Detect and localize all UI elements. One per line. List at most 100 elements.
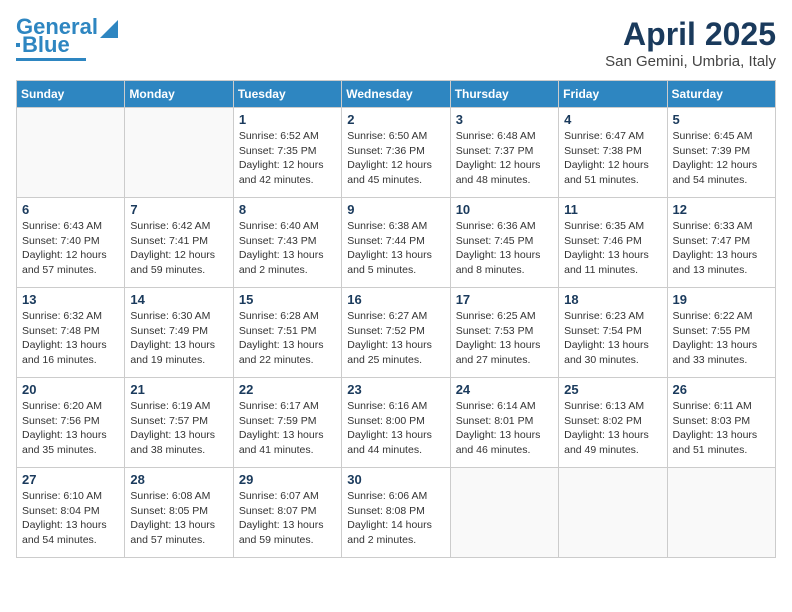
day-number: 21 <box>130 382 227 397</box>
day-number: 16 <box>347 292 444 307</box>
week-row: 1 Sunrise: 6:52 AMSunset: 7:35 PMDaylight… <box>17 108 776 198</box>
day-number: 6 <box>22 202 119 217</box>
day-cell-14: 14 Sunrise: 6:30 AMSunset: 7:49 PMDayligh… <box>125 288 233 378</box>
day-cell-13: 13Sunrise: 6:32 AMSunset: 7:48 PMDayligh… <box>17 288 125 378</box>
day-cell-4: 4 Sunrise: 6:47 AMSunset: 7:38 PMDaylight… <box>559 108 667 198</box>
day-info: Sunrise: 6:42 AMSunset: 7:41 PMDaylight:… <box>130 219 227 278</box>
day-cell-27: 27 Sunrise: 6:10 AMSunset: 8:04 PMDayligh… <box>17 468 125 558</box>
page-header: General Blue April 2025 San Gemini, Umbr… <box>16 16 776 70</box>
day-info: Sunrise: 6:07 AMSunset: 8:07 PMDaylight:… <box>239 489 336 548</box>
day-cell-30: 30 Sunrise: 6:06 AMSunset: 8:08 PMDayligh… <box>342 468 450 558</box>
day-cell-18: 18 Sunrise: 6:23 AMSunset: 7:54 PMDayligh… <box>559 288 667 378</box>
empty-cell <box>559 468 667 558</box>
day-cell-2: 2 Sunrise: 6:50 AMSunset: 7:36 PMDaylight… <box>342 108 450 198</box>
day-cell-10: 10Sunrise: 6:36 AMSunset: 7:45 PMDayligh… <box>450 198 558 288</box>
day-number: 8 <box>239 202 336 217</box>
day-number: 23 <box>347 382 444 397</box>
weekday-header-tuesday: Tuesday <box>233 81 341 108</box>
day-info: Sunrise: 6:33 AMSunset: 7:47 PMDaylight:… <box>673 219 770 278</box>
week-row: 27 Sunrise: 6:10 AMSunset: 8:04 PMDayligh… <box>17 468 776 558</box>
day-info: Sunrise: 6:45 AMSunset: 7:39 PMDaylight:… <box>673 129 770 188</box>
day-info: Sunrise: 6:13 AMSunset: 8:02 PMDaylight:… <box>564 399 661 458</box>
weekday-header-saturday: Saturday <box>667 81 775 108</box>
day-info: Sunrise: 6:25 AMSunset: 7:53 PMDaylight:… <box>456 309 553 368</box>
day-cell-22: 22 Sunrise: 6:17 AMSunset: 7:59 PMDayligh… <box>233 378 341 468</box>
weekday-header-wednesday: Wednesday <box>342 81 450 108</box>
calendar-header: SundayMondayTuesdayWednesdayThursdayFrid… <box>17 81 776 108</box>
logo-text2: Blue <box>22 34 70 56</box>
weekday-header-sunday: Sunday <box>17 81 125 108</box>
day-info: Sunrise: 6:22 AMSunset: 7:55 PMDaylight:… <box>673 309 770 368</box>
day-cell-23: 23 Sunrise: 6:16 AMSunset: 8:00 PMDayligh… <box>342 378 450 468</box>
day-cell-11: 11Sunrise: 6:35 AMSunset: 7:46 PMDayligh… <box>559 198 667 288</box>
logo-triangle-icon <box>100 20 118 38</box>
day-info: Sunrise: 6:47 AMSunset: 7:38 PMDaylight:… <box>564 129 661 188</box>
day-info: Sunrise: 6:20 AMSunset: 7:56 PMDaylight:… <box>22 399 119 458</box>
day-cell-26: 26 Sunrise: 6:11 AMSunset: 8:03 PMDayligh… <box>667 378 775 468</box>
day-cell-17: 17 Sunrise: 6:25 AMSunset: 7:53 PMDayligh… <box>450 288 558 378</box>
day-number: 20 <box>22 382 119 397</box>
day-cell-28: 28 Sunrise: 6:08 AMSunset: 8:05 PMDayligh… <box>125 468 233 558</box>
day-info: Sunrise: 6:52 AMSunset: 7:35 PMDaylight:… <box>239 129 336 188</box>
day-cell-19: 19 Sunrise: 6:22 AMSunset: 7:55 PMDayligh… <box>667 288 775 378</box>
day-number: 19 <box>673 292 770 307</box>
day-info: Sunrise: 6:16 AMSunset: 8:00 PMDaylight:… <box>347 399 444 458</box>
day-number: 12 <box>673 202 770 217</box>
day-info: Sunrise: 6:36 AMSunset: 7:45 PMDaylight:… <box>456 219 553 278</box>
day-number: 25 <box>564 382 661 397</box>
day-cell-9: 9 Sunrise: 6:38 AMSunset: 7:44 PMDaylight… <box>342 198 450 288</box>
weekday-header-thursday: Thursday <box>450 81 558 108</box>
day-cell-5: 5 Sunrise: 6:45 AMSunset: 7:39 PMDaylight… <box>667 108 775 198</box>
day-info: Sunrise: 6:11 AMSunset: 8:03 PMDaylight:… <box>673 399 770 458</box>
day-cell-21: 21Sunrise: 6:19 AMSunset: 7:57 PMDayligh… <box>125 378 233 468</box>
day-number: 29 <box>239 472 336 487</box>
day-info: Sunrise: 6:10 AMSunset: 8:04 PMDaylight:… <box>22 489 119 548</box>
day-info: Sunrise: 6:32 AMSunset: 7:48 PMDaylight:… <box>22 309 119 368</box>
empty-cell <box>125 108 233 198</box>
weekday-header-friday: Friday <box>559 81 667 108</box>
day-number: 24 <box>456 382 553 397</box>
day-cell-20: 20 Sunrise: 6:20 AMSunset: 7:56 PMDayligh… <box>17 378 125 468</box>
day-number: 5 <box>673 112 770 127</box>
day-info: Sunrise: 6:48 AMSunset: 7:37 PMDaylight:… <box>456 129 553 188</box>
day-number: 27 <box>22 472 119 487</box>
day-number: 22 <box>239 382 336 397</box>
day-number: 11 <box>564 202 661 217</box>
day-number: 7 <box>130 202 227 217</box>
day-cell-1: 1 Sunrise: 6:52 AMSunset: 7:35 PMDaylight… <box>233 108 341 198</box>
location-subtitle: San Gemini, Umbria, Italy <box>605 53 776 70</box>
day-number: 28 <box>130 472 227 487</box>
day-number: 18 <box>564 292 661 307</box>
day-info: Sunrise: 6:43 AMSunset: 7:40 PMDaylight:… <box>22 219 119 278</box>
day-cell-24: 24 Sunrise: 6:14 AMSunset: 8:01 PMDayligh… <box>450 378 558 468</box>
day-cell-3: 3Sunrise: 6:48 AMSunset: 7:37 PMDaylight… <box>450 108 558 198</box>
day-cell-16: 16 Sunrise: 6:27 AMSunset: 7:52 PMDayligh… <box>342 288 450 378</box>
day-info: Sunrise: 6:30 AMSunset: 7:49 PMDaylight:… <box>130 309 227 368</box>
day-cell-12: 12 Sunrise: 6:33 AMSunset: 7:47 PMDayligh… <box>667 198 775 288</box>
day-cell-7: 7 Sunrise: 6:42 AMSunset: 7:41 PMDaylight… <box>125 198 233 288</box>
day-info: Sunrise: 6:14 AMSunset: 8:01 PMDaylight:… <box>456 399 553 458</box>
day-number: 1 <box>239 112 336 127</box>
day-number: 2 <box>347 112 444 127</box>
day-info: Sunrise: 6:06 AMSunset: 8:08 PMDaylight:… <box>347 489 444 548</box>
day-cell-6: 6 Sunrise: 6:43 AMSunset: 7:40 PMDaylight… <box>17 198 125 288</box>
week-row: 13Sunrise: 6:32 AMSunset: 7:48 PMDayligh… <box>17 288 776 378</box>
day-info: Sunrise: 6:23 AMSunset: 7:54 PMDaylight:… <box>564 309 661 368</box>
day-info: Sunrise: 6:50 AMSunset: 7:36 PMDaylight:… <box>347 129 444 188</box>
logo: General Blue <box>16 16 118 61</box>
week-row: 20 Sunrise: 6:20 AMSunset: 7:56 PMDayligh… <box>17 378 776 468</box>
day-number: 9 <box>347 202 444 217</box>
day-info: Sunrise: 6:27 AMSunset: 7:52 PMDaylight:… <box>347 309 444 368</box>
day-number: 14 <box>130 292 227 307</box>
day-info: Sunrise: 6:17 AMSunset: 7:59 PMDaylight:… <box>239 399 336 458</box>
day-number: 30 <box>347 472 444 487</box>
day-info: Sunrise: 6:38 AMSunset: 7:44 PMDaylight:… <box>347 219 444 278</box>
day-info: Sunrise: 6:08 AMSunset: 8:05 PMDaylight:… <box>130 489 227 548</box>
day-number: 17 <box>456 292 553 307</box>
day-number: 4 <box>564 112 661 127</box>
day-number: 15 <box>239 292 336 307</box>
week-row: 6 Sunrise: 6:43 AMSunset: 7:40 PMDaylight… <box>17 198 776 288</box>
day-number: 26 <box>673 382 770 397</box>
title-block: April 2025 San Gemini, Umbria, Italy <box>605 16 776 70</box>
day-cell-25: 25 Sunrise: 6:13 AMSunset: 8:02 PMDayligh… <box>559 378 667 468</box>
